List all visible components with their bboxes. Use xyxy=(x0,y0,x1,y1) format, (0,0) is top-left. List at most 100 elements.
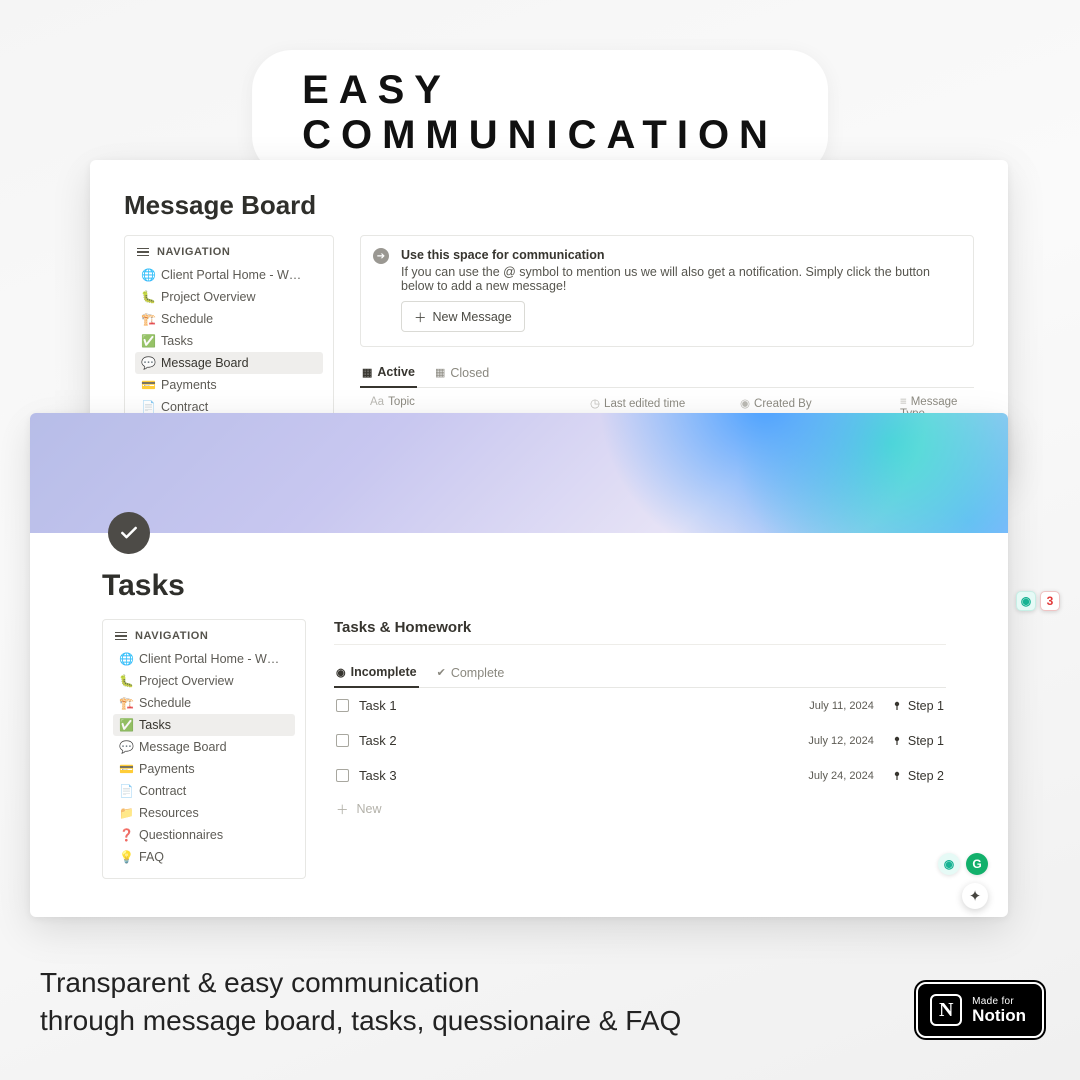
checkbox[interactable] xyxy=(336,769,349,782)
sidebar-item[interactable]: 💬 Message Board xyxy=(135,352,323,374)
sidebar-item[interactable]: 💳Payments xyxy=(113,758,295,780)
table-icon: ▦ xyxy=(435,366,445,379)
task-date: July 11, 2024 xyxy=(809,700,874,712)
clock-icon: ◷ xyxy=(590,398,600,410)
view-tabs: ▦Active ▦Closed xyxy=(360,359,974,388)
callout-title: Use this space for communication xyxy=(401,248,957,262)
nav-icon: 🐛 xyxy=(141,290,155,304)
task-step: Step 2 xyxy=(892,769,944,783)
checkbox[interactable] xyxy=(336,734,349,747)
headline-pill: EASY COMMUNICATION xyxy=(252,50,828,176)
pin-icon xyxy=(892,771,902,781)
sidebar-item-label: Schedule xyxy=(139,696,191,710)
check-circle-icon: ✔ xyxy=(437,666,446,679)
nav-icon: ✅ xyxy=(141,334,155,348)
ai-sparkle-button[interactable]: ✦ xyxy=(962,883,988,909)
sidebar-item[interactable]: 📁 Resources xyxy=(113,802,295,824)
pin-icon xyxy=(892,736,902,746)
pin-icon xyxy=(892,701,902,711)
sidebar-item[interactable]: 🏗️Schedule xyxy=(113,692,295,714)
sidebar-item-label: Payments xyxy=(139,762,195,776)
notion-logo-icon: N xyxy=(930,994,962,1026)
task-row[interactable]: Task 2July 12, 2024 Step 1 xyxy=(334,723,946,758)
sidebar-item[interactable]: 🐛 Project Overview xyxy=(135,286,323,308)
grammarly-icon[interactable]: G xyxy=(966,853,988,875)
task-step: Step 1 xyxy=(892,734,944,748)
callout-body: If you can use the @ symbol to mention u… xyxy=(401,265,957,293)
sidebar-item[interactable]: ❓Questionnaires xyxy=(113,824,295,846)
checkbox[interactable] xyxy=(336,699,349,712)
pin-icon[interactable]: ◉ xyxy=(938,853,960,875)
sidebar-item[interactable]: 💬 Message Board xyxy=(113,736,295,758)
nav-icon: ❓ xyxy=(119,828,133,842)
table-icon: ▦ xyxy=(362,366,372,379)
task-name: Task 1 xyxy=(359,698,809,713)
sidebar-item[interactable]: 🏗️Schedule xyxy=(135,308,323,330)
sidebar-item[interactable]: 🌐 Client Portal Home - W… xyxy=(135,264,323,286)
divider xyxy=(334,644,946,645)
nav-icon: 💬 xyxy=(119,740,133,754)
hamburger-icon[interactable] xyxy=(115,632,127,641)
corner-extension-badges: ◉ G xyxy=(938,853,988,875)
page-title: Tasks xyxy=(102,569,946,603)
sidebar-navigation: NAVIGATION 🌐Client Portal Home - W…🐛Proj… xyxy=(102,619,306,879)
sidebar-item-label: Message Board xyxy=(139,740,227,754)
nav-icon: 💡 xyxy=(119,850,133,864)
task-step: Step 1 xyxy=(892,699,944,713)
sidebar-item[interactable]: 💡 FAQ xyxy=(113,846,295,868)
list-icon: ≡ xyxy=(900,396,907,408)
plus-icon: ＋ xyxy=(414,307,427,326)
sidebar-item-label: Client Portal Home - W… xyxy=(139,652,279,666)
nav-icon: 🌐 xyxy=(141,268,155,282)
caption: Transparent & easy communication through… xyxy=(40,964,880,1040)
sidebar-item[interactable]: 📄Contract xyxy=(113,780,295,802)
sidebar-item[interactable]: ✅ Tasks xyxy=(113,714,295,736)
nav-icon: 💳 xyxy=(141,378,155,392)
sidebar-item[interactable]: 🌐Client Portal Home - W… xyxy=(113,648,295,670)
task-date: July 12, 2024 xyxy=(808,735,873,747)
sidebar-item[interactable]: 🐛Project Overview xyxy=(113,670,295,692)
arrow-right-circle-icon: ➔ xyxy=(373,248,389,264)
task-row[interactable]: Task 3July 24, 2024 Step 2 xyxy=(334,758,946,793)
tab-complete[interactable]: ✔Complete xyxy=(435,659,507,687)
pin-icon[interactable]: ◉ xyxy=(1016,591,1036,611)
cover-banner xyxy=(30,413,1008,533)
sidebar-item[interactable]: ✅ Tasks xyxy=(135,330,323,352)
tab-incomplete[interactable]: ◉Incomplete xyxy=(334,659,419,688)
new-message-button[interactable]: ＋ New Message xyxy=(401,301,525,332)
sidebar-item-label: Resources xyxy=(139,806,199,820)
nav-heading: NAVIGATION xyxy=(135,630,208,642)
nav-icon: 📄 xyxy=(141,400,155,414)
sidebar-item-label: Message Board xyxy=(161,356,249,370)
view-tabs: ◉Incomplete ✔Complete xyxy=(334,659,946,688)
sidebar-item-label: Contract xyxy=(139,784,186,798)
tab-active[interactable]: ▦Active xyxy=(360,359,417,388)
sidebar-item-label: Project Overview xyxy=(139,674,233,688)
section-title: Tasks & Homework xyxy=(334,619,946,636)
sidebar-item-label: Client Portal Home - W… xyxy=(161,268,301,282)
task-row[interactable]: Task 1July 11, 2024 Step 1 xyxy=(334,688,946,723)
headline: EASY COMMUNICATION xyxy=(302,68,778,158)
sidebar-item-label: Project Overview xyxy=(161,290,255,304)
nav-icon: 🏗️ xyxy=(141,312,155,326)
task-name: Task 2 xyxy=(359,733,808,748)
made-for-notion-badge: N Made for Notion xyxy=(916,982,1044,1038)
notification-count-badge[interactable]: 3 xyxy=(1040,591,1060,611)
tab-closed[interactable]: ▦Closed xyxy=(433,359,491,387)
sidebar-item-label: Tasks xyxy=(139,718,171,732)
task-date: July 24, 2024 xyxy=(808,770,873,782)
sidebar-item-label: Tasks xyxy=(161,334,193,348)
person-icon: ◉ xyxy=(740,398,750,410)
nav-heading: NAVIGATION xyxy=(157,246,230,258)
sidebar-item-label: FAQ xyxy=(139,850,164,864)
checkmark-badge-icon xyxy=(108,512,150,554)
add-new-row[interactable]: ＋ New xyxy=(334,793,946,824)
nav-icon: 📁 xyxy=(119,806,133,820)
sidebar-item-label: Payments xyxy=(161,378,217,392)
hamburger-icon[interactable] xyxy=(137,248,149,257)
task-name: Task 3 xyxy=(359,768,808,783)
nav-icon: 💬 xyxy=(141,356,155,370)
nav-icon: ✅ xyxy=(119,718,133,732)
callout-box: ➔ Use this space for communication If yo… xyxy=(360,235,974,347)
sidebar-item[interactable]: 💳 Payments xyxy=(135,374,323,396)
